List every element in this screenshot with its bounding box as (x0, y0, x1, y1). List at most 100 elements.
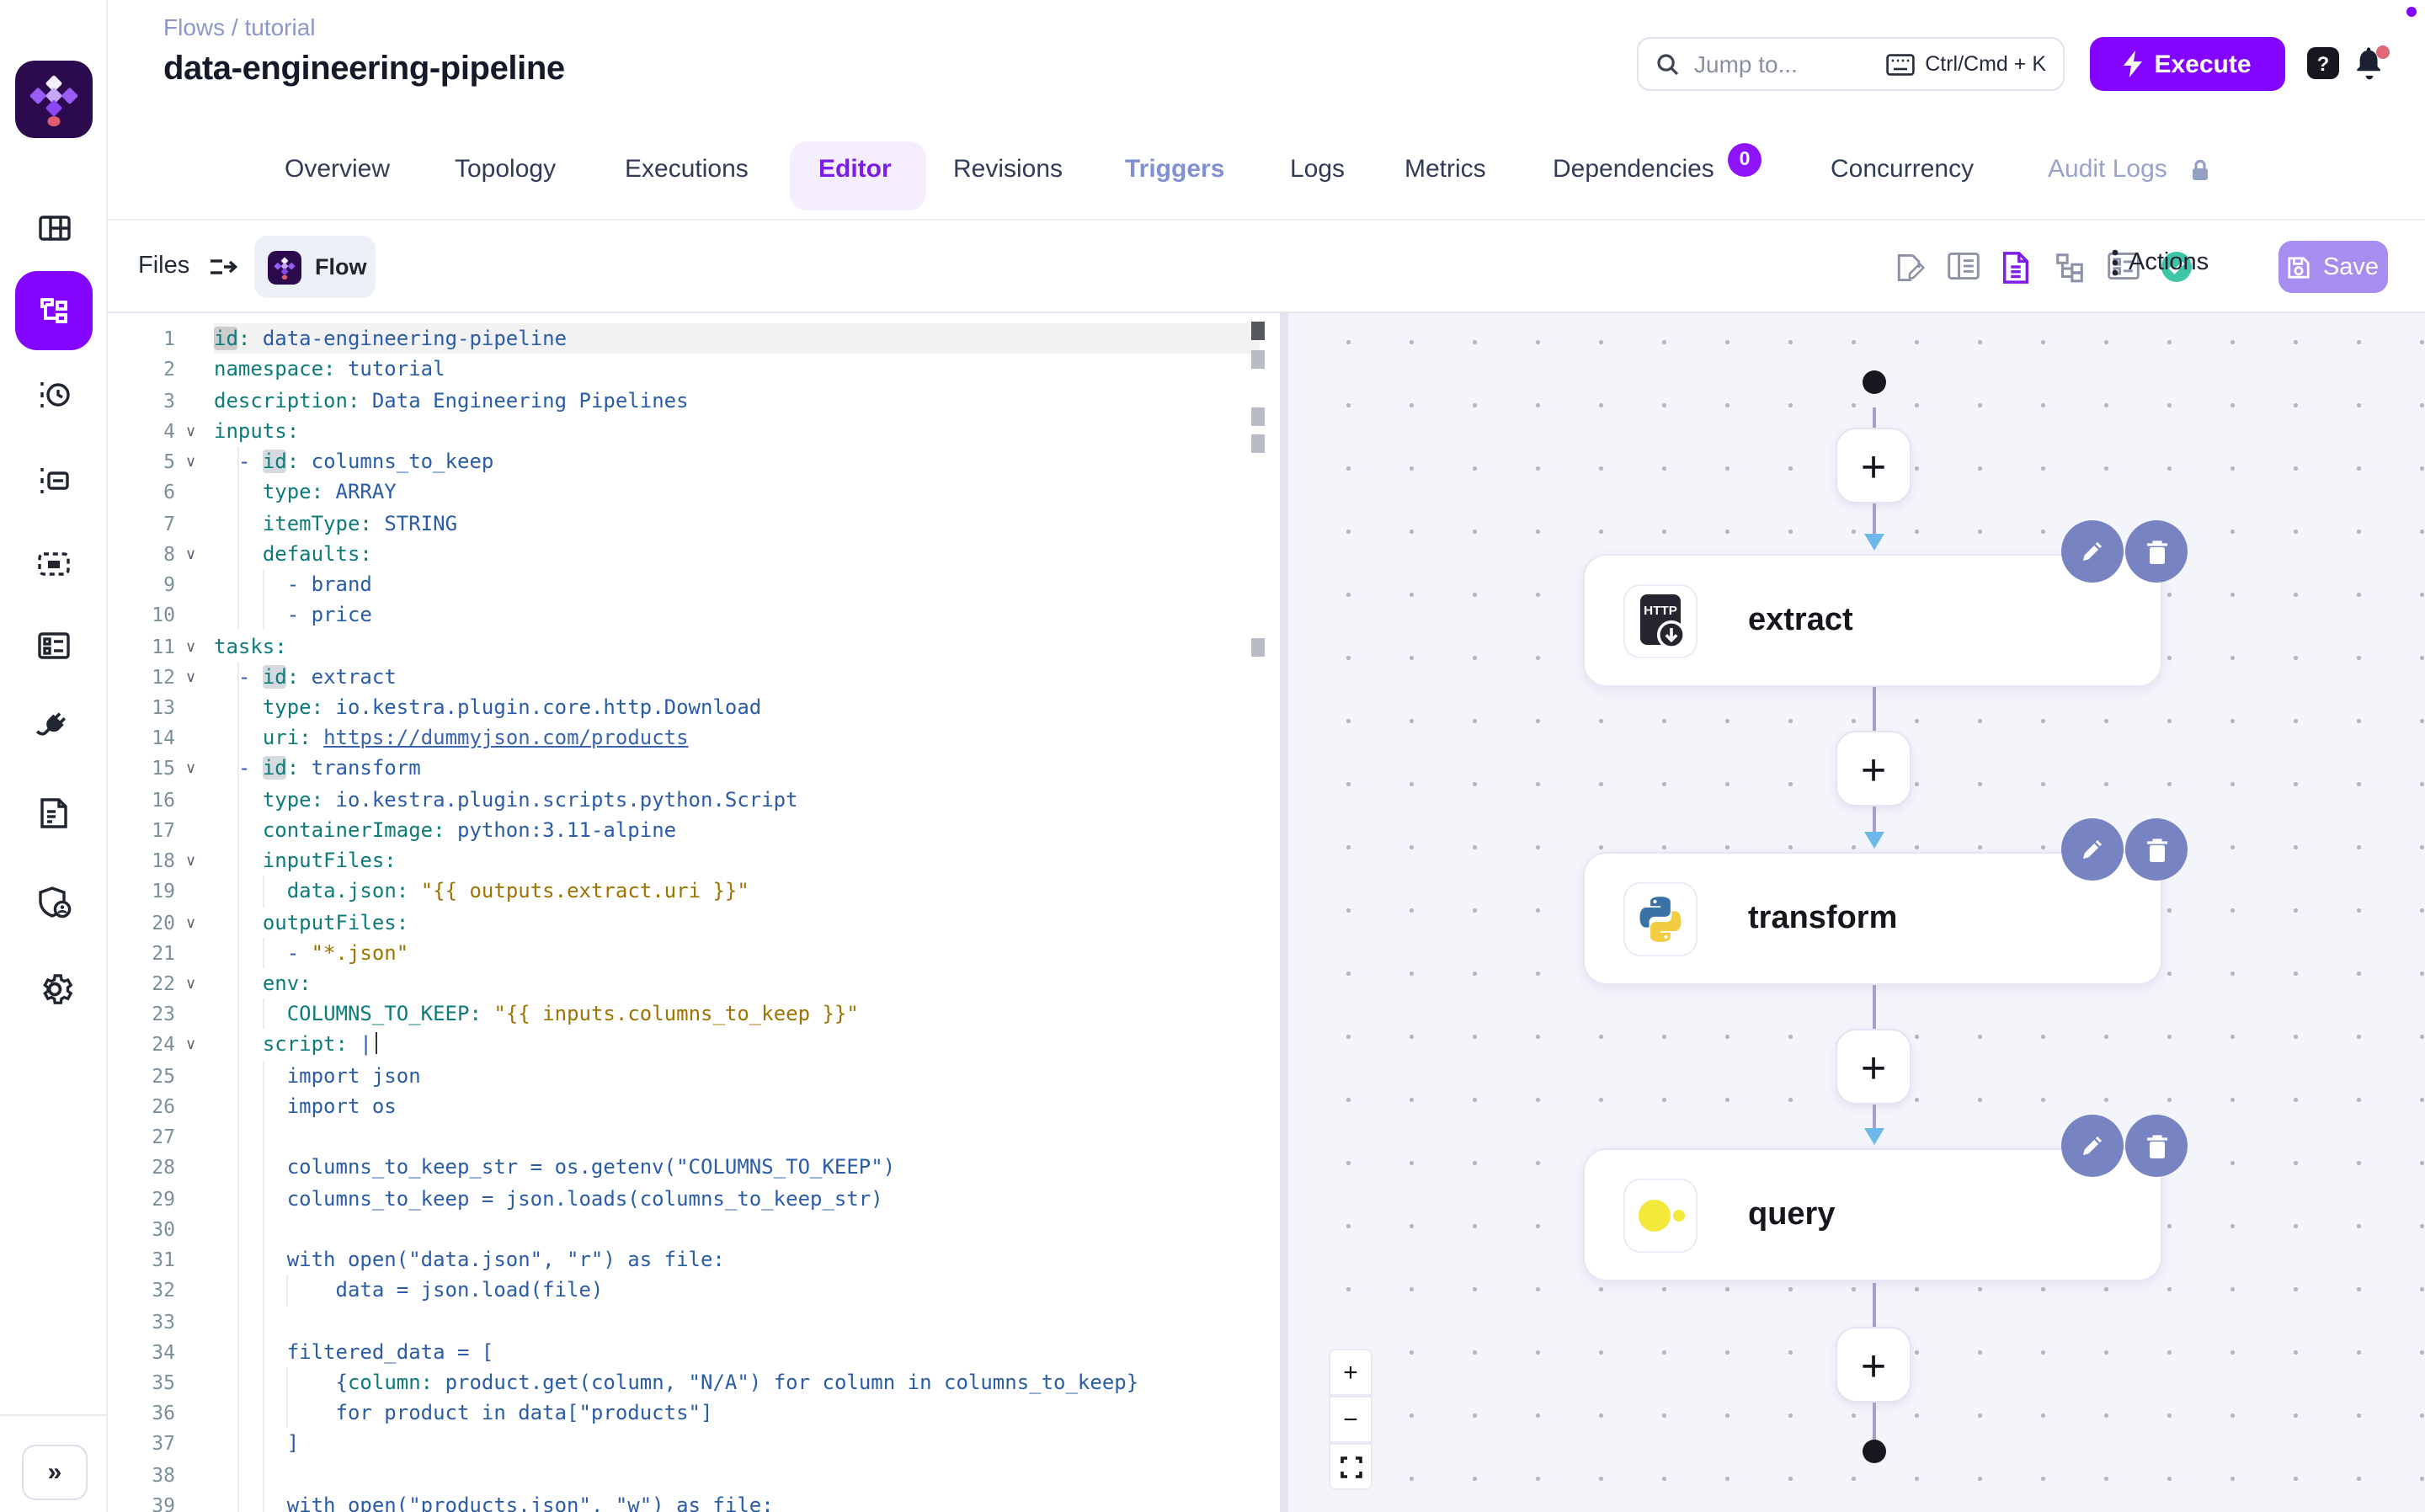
code-line[interactable]: 16 type: io.kestra.plugin.scripts.python… (108, 784, 1280, 814)
topology-view-icon[interactable] (2053, 251, 2087, 293)
code-line[interactable]: 5∨ - id: columns_to_keep (108, 446, 1280, 476)
fold-chevron-icon[interactable]: ∨ (185, 446, 196, 476)
code-line[interactable]: 33 (108, 1306, 1280, 1336)
code-line[interactable]: 36 for product in data["products"] (108, 1398, 1280, 1429)
edit-file-icon[interactable] (1893, 251, 1927, 293)
code-line[interactable]: 29 columns_to_keep = json.loads(columns_… (108, 1183, 1280, 1213)
help-icon[interactable]: ? (2307, 47, 2339, 79)
code-line[interactable]: 13 type: io.kestra.plugin.core.http.Down… (108, 692, 1280, 722)
code-line[interactable]: 9 - brand (108, 569, 1280, 599)
docs-icon[interactable] (0, 793, 108, 833)
code-line[interactable]: 11∨tasks: (108, 631, 1280, 661)
code-line[interactable]: 28 columns_to_keep_str = os.getenv("COLU… (108, 1153, 1280, 1183)
save-button[interactable]: Save (2278, 241, 2388, 293)
plugins-icon[interactable] (0, 709, 108, 749)
fold-chevron-icon[interactable]: ∨ (185, 1030, 196, 1060)
code-line[interactable]: 2namespace: tutorial (108, 354, 1280, 385)
code-line[interactable]: 17 containerImage: python:3.11-alpine (108, 815, 1280, 845)
dashboard-icon[interactable] (0, 209, 108, 248)
code-line[interactable]: 3description: Data Engineering Pipelines (108, 385, 1280, 415)
code-line[interactable]: 24∨ script: | (108, 1030, 1280, 1060)
logs-icon[interactable] (0, 461, 108, 502)
tab-topology[interactable]: Topology (455, 155, 556, 184)
code-line[interactable]: 21 - "*.json" (108, 938, 1280, 968)
code-line[interactable]: 35 {column: product.get(column, "N/A") f… (108, 1367, 1280, 1398)
add-task-button-1[interactable]: + (1836, 428, 1911, 503)
code-line[interactable]: 30 (108, 1214, 1280, 1244)
fold-chevron-icon[interactable]: ∨ (185, 416, 196, 446)
code-line[interactable]: 20∨ outputFiles: (108, 907, 1280, 937)
add-task-button-4[interactable]: + (1836, 1327, 1911, 1403)
namespaces-icon[interactable] (0, 544, 108, 584)
fold-chevron-icon[interactable]: ∨ (185, 907, 196, 937)
code-line[interactable]: 22∨ env: (108, 968, 1280, 998)
tab-audit-logs[interactable]: Audit Logs (2048, 155, 2167, 184)
code-line[interactable]: 34 filtered_data = [ (108, 1337, 1280, 1367)
file-code-icon[interactable] (2001, 251, 2031, 293)
tab-revisions[interactable]: Revisions (953, 155, 1063, 184)
kestra-logo[interactable] (15, 61, 93, 138)
code-line[interactable]: 19 data.json: "{{ outputs.extract.uri }}… (108, 876, 1280, 907)
code-line[interactable]: 37 ] (108, 1429, 1280, 1459)
fold-chevron-icon[interactable]: ∨ (185, 753, 196, 784)
fold-chevron-icon[interactable]: ∨ (185, 968, 196, 998)
actions-button[interactable]: Actions (2112, 249, 2209, 276)
code-line[interactable]: 4∨inputs: (108, 416, 1280, 446)
code-line[interactable]: 8∨ defaults: (108, 539, 1280, 569)
code-line[interactable]: 14 uri: https://dummyjson.com/products (108, 722, 1280, 753)
panel-divider[interactable] (1280, 313, 1288, 1512)
edit-task-button[interactable] (2061, 520, 2124, 583)
tab-triggers[interactable]: Triggers (1125, 155, 1224, 184)
search-input[interactable]: Jump to... Ctrl/Cmd + K (1637, 37, 2065, 91)
tab-concurrency[interactable]: Concurrency (1831, 155, 1974, 184)
zoom-out-button[interactable]: − (1329, 1396, 1372, 1443)
delete-task-button[interactable] (2125, 818, 2188, 881)
tab-logs[interactable]: Logs (1290, 155, 1345, 184)
file-tree-toggle-icon[interactable] (209, 254, 237, 288)
code-line[interactable]: 15∨ - id: transform (108, 753, 1280, 784)
code-line[interactable]: 26 import os (108, 1091, 1280, 1121)
add-task-button-2[interactable]: + (1836, 731, 1911, 807)
side-panel-icon[interactable] (1947, 251, 1980, 290)
delete-task-button[interactable] (2125, 520, 2188, 583)
fold-chevron-icon[interactable]: ∨ (185, 845, 196, 876)
sidebar-expand-button[interactable]: » (22, 1445, 88, 1500)
sidebar-item-flows[interactable] (15, 271, 93, 350)
fit-view-button[interactable] (1329, 1443, 1372, 1490)
tab-editor[interactable]: Editor (818, 155, 892, 184)
fold-chevron-icon[interactable]: ∨ (185, 661, 196, 691)
breadcrumb[interactable]: Flows / tutorial (163, 13, 316, 40)
topology-canvas[interactable]: + HTTP extract + (1288, 313, 2425, 1512)
code-line[interactable]: 38 (108, 1459, 1280, 1489)
code-line[interactable]: 6 type: ARRAY (108, 477, 1280, 508)
zoom-in-button[interactable]: + (1329, 1349, 1372, 1396)
code-line[interactable]: 12∨ - id: extract (108, 661, 1280, 691)
code-line[interactable]: 23 COLUMNS_TO_KEEP: "{{ inputs.columns_t… (108, 999, 1280, 1030)
tab-executions[interactable]: Executions (625, 155, 749, 184)
code-line[interactable]: 25 import json (108, 1060, 1280, 1090)
add-task-button-3[interactable]: + (1836, 1029, 1911, 1105)
edit-task-button[interactable] (2061, 818, 2124, 881)
delete-task-button[interactable] (2125, 1115, 2188, 1177)
code-line[interactable]: 10 - price (108, 600, 1280, 631)
tab-overview[interactable]: Overview (285, 155, 390, 184)
security-icon[interactable] (0, 882, 108, 924)
editor-overview-ruler[interactable] (1250, 313, 1273, 1512)
code-line[interactable]: 39 with open("products.json", "w") as fi… (108, 1490, 1280, 1512)
fold-chevron-icon[interactable]: ∨ (185, 539, 196, 569)
code-line[interactable]: 7 itemType: STRING (108, 508, 1280, 538)
blueprints-icon[interactable] (0, 626, 108, 667)
fold-chevron-icon[interactable]: ∨ (185, 631, 196, 661)
file-tab-flow[interactable]: Flow (254, 236, 376, 298)
tab-dependencies[interactable]: Dependencies (1553, 155, 1714, 184)
code-line[interactable]: 1id: data-engineering-pipeline (108, 323, 1280, 354)
executions-icon[interactable] (0, 375, 108, 416)
code-line[interactable]: 18∨ inputFiles: (108, 845, 1280, 876)
code-line[interactable]: 27 (108, 1121, 1280, 1152)
settings-gear-icon[interactable] (0, 968, 108, 1010)
execute-button[interactable]: Execute (2090, 37, 2285, 91)
edit-task-button[interactable] (2061, 1115, 2124, 1177)
code-editor[interactable]: 1id: data-engineering-pipeline2namespace… (108, 313, 1280, 1512)
code-line[interactable]: 32 data = json.load(file) (108, 1275, 1280, 1306)
code-line[interactable]: 31 with open("data.json", "r") as file: (108, 1244, 1280, 1275)
